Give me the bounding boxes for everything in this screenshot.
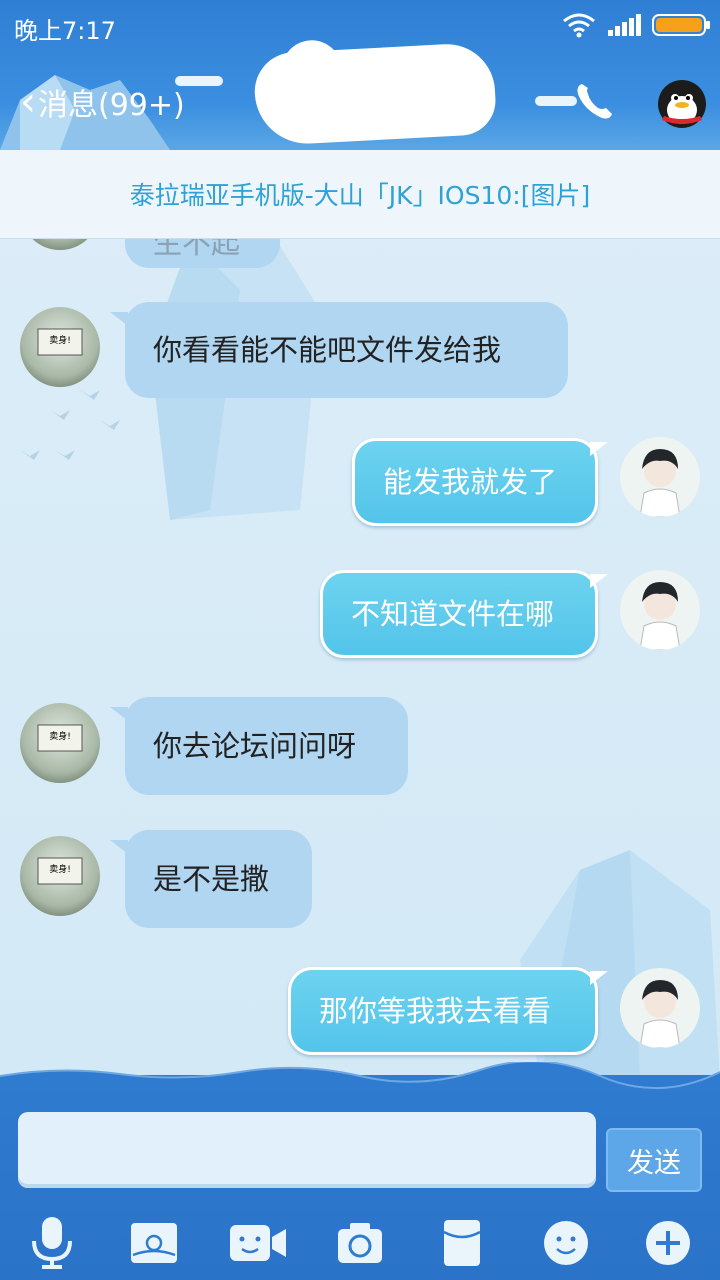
plus-icon <box>646 1221 690 1265</box>
birds-graphic <box>20 390 120 460</box>
redaction-scribble <box>252 41 498 147</box>
my-avatar[interactable] <box>620 437 700 517</box>
emoji-button[interactable] <box>536 1215 596 1271</box>
send-button[interactable]: 发送 <box>606 1128 702 1192</box>
bubble-tail <box>590 971 608 985</box>
message-bubble[interactable]: 那你等我我去看看 <box>288 967 598 1055</box>
penguin-profile-icon[interactable] <box>654 74 710 130</box>
avatar-image <box>639 449 681 517</box>
wifi-icon <box>563 13 595 38</box>
avatar-image: 卖身! <box>37 724 83 752</box>
more-button[interactable] <box>638 1215 698 1271</box>
my-avatar[interactable] <box>620 570 700 650</box>
avatar-image: 卖身! <box>37 857 83 885</box>
message-text: 不知道文件在哪 <box>351 596 555 631</box>
emoji-icon <box>544 1221 588 1265</box>
video-camera-icon <box>230 1225 286 1261</box>
avatar-sign-text: 卖身! <box>49 863 71 875</box>
picture-button[interactable] <box>124 1215 184 1271</box>
voice-button[interactable] <box>22 1215 82 1271</box>
bubble-tail <box>590 574 608 588</box>
red-packet-button[interactable] <box>432 1215 492 1271</box>
chevron-left-icon: ‹ <box>20 79 36 125</box>
video-call-button[interactable] <box>228 1215 288 1271</box>
message-text: 能发我就发了 <box>383 464 558 499</box>
latest-message-banner[interactable]: 泰拉瑞亚手机版-大山「JK」IOS10:[图片] <box>0 150 720 239</box>
avatar-image: 卖身! <box>37 328 83 356</box>
camera-button[interactable] <box>330 1215 390 1271</box>
battery-icon <box>652 14 710 36</box>
avatar-image <box>639 582 681 650</box>
message-bubble[interactable]: 是不是撒 <box>125 830 312 928</box>
bubble-tail <box>110 840 128 854</box>
back-label: 消息(99+) <box>38 88 185 123</box>
microphone-icon <box>32 1217 72 1269</box>
status-time: 晚上7:17 <box>14 17 116 45</box>
phone-call-icon[interactable] <box>572 80 616 124</box>
contact-avatar[interactable]: 卖身! <box>20 307 100 387</box>
chat-area[interactable]: 生不起 卖身! 你看看能不能吧文件发给我 能发我就发了 不知道文件在哪 卖身! … <box>0 150 720 1075</box>
contact-avatar[interactable]: 卖身! <box>20 703 100 783</box>
wave-decoration <box>0 1062 720 1092</box>
avatar-image <box>639 980 681 1048</box>
bubble-tail <box>590 442 608 456</box>
chat-header: 晚上7:17 ‹ 消息(99+) <box>0 0 720 150</box>
message-text: 是不是撒 <box>153 861 270 896</box>
bubble-tail <box>110 312 128 326</box>
avatar-sign-text: 卖身! <box>49 334 71 346</box>
message-input[interactable] <box>18 1112 596 1188</box>
send-label: 发送 <box>627 1147 681 1179</box>
camera-icon <box>338 1223 382 1263</box>
signal-icon <box>608 14 641 36</box>
message-text: 那你等我我去看看 <box>319 993 552 1028</box>
bubble-tail <box>110 707 128 721</box>
contact-avatar[interactable]: 卖身! <box>20 836 100 916</box>
cloud-decoration <box>535 96 577 106</box>
picture-icon <box>131 1223 177 1263</box>
message-text: 你去论坛问问呀 <box>153 728 357 763</box>
banner-text: 泰拉瑞亚手机版-大山「JK」IOS10:[图片] <box>129 181 591 210</box>
message-text: 你看看能不能吧文件发给我 <box>153 332 502 367</box>
my-avatar[interactable] <box>620 968 700 1048</box>
red-packet-icon <box>443 1220 481 1266</box>
message-bubble[interactable]: 你去论坛问问呀 <box>125 697 408 795</box>
avatar-sign-text: 卖身! <box>49 730 71 742</box>
message-bubble[interactable]: 你看看能不能吧文件发给我 <box>125 302 568 398</box>
message-bubble[interactable]: 能发我就发了 <box>352 438 598 526</box>
message-bubble[interactable]: 不知道文件在哪 <box>320 570 598 658</box>
back-button[interactable]: ‹ 消息(99+) <box>20 80 185 124</box>
status-bar: 晚上7:17 <box>0 0 720 52</box>
